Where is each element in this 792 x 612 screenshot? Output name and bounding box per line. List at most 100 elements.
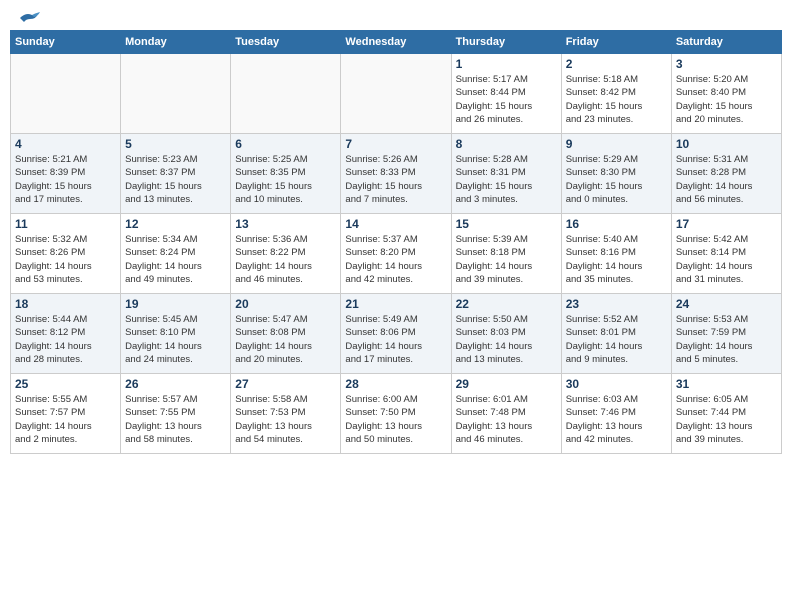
calendar-cell: [231, 54, 341, 134]
calendar-cell: [121, 54, 231, 134]
day-info: Sunrise: 5:44 AMSunset: 8:12 PMDaylight:…: [15, 313, 116, 366]
weekday-header-thursday: Thursday: [451, 31, 561, 54]
day-info: Sunrise: 5:52 AMSunset: 8:01 PMDaylight:…: [566, 313, 667, 366]
weekday-header-wednesday: Wednesday: [341, 31, 451, 54]
calendar-cell: 24 Sunrise: 5:53 AMSunset: 7:59 PMDayligh…: [671, 294, 781, 374]
day-number: 20: [235, 297, 336, 311]
calendar-cell: 6 Sunrise: 5:25 AMSunset: 8:35 PMDaylight…: [231, 134, 341, 214]
day-info: Sunrise: 5:20 AMSunset: 8:40 PMDaylight:…: [676, 73, 777, 126]
day-info: Sunrise: 5:53 AMSunset: 7:59 PMDaylight:…: [676, 313, 777, 366]
calendar-cell: 5Sunrise: 5:23 AMSunset: 8:37 PMDaylight…: [121, 134, 231, 214]
day-number: 14: [345, 217, 446, 231]
calendar-cell: 10 Sunrise: 5:31 AMSunset: 8:28 PMDayligh…: [671, 134, 781, 214]
calendar-week-3: 11 Sunrise: 5:32 AMSunset: 8:26 PMDayligh…: [11, 214, 782, 294]
day-info: Sunrise: 6:01 AMSunset: 7:48 PMDaylight:…: [456, 393, 557, 446]
day-number: 7: [345, 137, 446, 151]
calendar-cell: 18 Sunrise: 5:44 AMSunset: 8:12 PMDayligh…: [11, 294, 121, 374]
day-number: 22: [456, 297, 557, 311]
day-number: 15: [456, 217, 557, 231]
day-number: 26: [125, 377, 226, 391]
day-number: 5: [125, 137, 226, 151]
day-number: 10: [676, 137, 777, 151]
calendar-header-row: SundayMondayTuesdayWednesdayThursdayFrid…: [11, 31, 782, 54]
day-number: 1: [456, 57, 557, 71]
calendar-cell: 28Sunrise: 6:00 AMSunset: 7:50 PMDayligh…: [341, 374, 451, 454]
day-number: 21: [345, 297, 446, 311]
day-number: 13: [235, 217, 336, 231]
day-number: 8: [456, 137, 557, 151]
day-info: Sunrise: 5:34 AMSunset: 8:24 PMDaylight:…: [125, 233, 226, 286]
day-number: 24: [676, 297, 777, 311]
day-number: 9: [566, 137, 667, 151]
page-header: [10, 10, 782, 22]
day-info: Sunrise: 5:50 AMSunset: 8:03 PMDaylight:…: [456, 313, 557, 366]
day-info: Sunrise: 5:31 AMSunset: 8:28 PMDaylight:…: [676, 153, 777, 206]
weekday-header-saturday: Saturday: [671, 31, 781, 54]
calendar-cell: 26 Sunrise: 5:57 AMSunset: 7:55 PMDayligh…: [121, 374, 231, 454]
day-number: 25: [15, 377, 116, 391]
calendar-cell: 29 Sunrise: 6:01 AMSunset: 7:48 PMDayligh…: [451, 374, 561, 454]
calendar-cell: 8 Sunrise: 5:28 AMSunset: 8:31 PMDaylight…: [451, 134, 561, 214]
day-number: 17: [676, 217, 777, 231]
calendar-week-1: 1 Sunrise: 5:17 AMSunset: 8:44 PMDaylight…: [11, 54, 782, 134]
day-info: Sunrise: 5:17 AMSunset: 8:44 PMDaylight:…: [456, 73, 557, 126]
day-number: 27: [235, 377, 336, 391]
calendar-cell: 4 Sunrise: 5:21 AMSunset: 8:39 PMDaylight…: [11, 134, 121, 214]
calendar-cell: 25 Sunrise: 5:55 AMSunset: 7:57 PMDayligh…: [11, 374, 121, 454]
day-number: 12: [125, 217, 226, 231]
day-number: 19: [125, 297, 226, 311]
logo: [14, 10, 40, 22]
calendar-cell: 9 Sunrise: 5:29 AMSunset: 8:30 PMDaylight…: [561, 134, 671, 214]
calendar-week-2: 4 Sunrise: 5:21 AMSunset: 8:39 PMDaylight…: [11, 134, 782, 214]
day-number: 23: [566, 297, 667, 311]
calendar-week-4: 18 Sunrise: 5:44 AMSunset: 8:12 PMDayligh…: [11, 294, 782, 374]
day-number: 16: [566, 217, 667, 231]
day-info: Sunrise: 5:55 AMSunset: 7:57 PMDaylight:…: [15, 393, 116, 446]
calendar-cell: 19 Sunrise: 5:45 AMSunset: 8:10 PMDayligh…: [121, 294, 231, 374]
calendar-cell: 31Sunrise: 6:05 AMSunset: 7:44 PMDayligh…: [671, 374, 781, 454]
calendar-cell: [11, 54, 121, 134]
day-info: Sunrise: 5:36 AMSunset: 8:22 PMDaylight:…: [235, 233, 336, 286]
calendar-cell: 1 Sunrise: 5:17 AMSunset: 8:44 PMDaylight…: [451, 54, 561, 134]
day-info: Sunrise: 5:57 AMSunset: 7:55 PMDaylight:…: [125, 393, 226, 446]
calendar-cell: 17Sunrise: 5:42 AMSunset: 8:14 PMDayligh…: [671, 214, 781, 294]
day-number: 6: [235, 137, 336, 151]
logo-bird-icon: [18, 10, 40, 26]
calendar-cell: 20Sunrise: 5:47 AMSunset: 8:08 PMDayligh…: [231, 294, 341, 374]
day-info: Sunrise: 5:58 AMSunset: 7:53 PMDaylight:…: [235, 393, 336, 446]
day-info: Sunrise: 5:29 AMSunset: 8:30 PMDaylight:…: [566, 153, 667, 206]
day-number: 11: [15, 217, 116, 231]
calendar-cell: 11 Sunrise: 5:32 AMSunset: 8:26 PMDayligh…: [11, 214, 121, 294]
day-number: 30: [566, 377, 667, 391]
day-info: Sunrise: 5:49 AMSunset: 8:06 PMDaylight:…: [345, 313, 446, 366]
day-number: 2: [566, 57, 667, 71]
calendar-cell: 14 Sunrise: 5:37 AMSunset: 8:20 PMDayligh…: [341, 214, 451, 294]
day-info: Sunrise: 5:32 AMSunset: 8:26 PMDaylight:…: [15, 233, 116, 286]
weekday-header-friday: Friday: [561, 31, 671, 54]
day-info: Sunrise: 6:05 AMSunset: 7:44 PMDaylight:…: [676, 393, 777, 446]
day-number: 29: [456, 377, 557, 391]
weekday-header-monday: Monday: [121, 31, 231, 54]
calendar-cell: 2Sunrise: 5:18 AMSunset: 8:42 PMDaylight…: [561, 54, 671, 134]
day-info: Sunrise: 5:26 AMSunset: 8:33 PMDaylight:…: [345, 153, 446, 206]
weekday-header-tuesday: Tuesday: [231, 31, 341, 54]
day-info: Sunrise: 5:21 AMSunset: 8:39 PMDaylight:…: [15, 153, 116, 206]
calendar-cell: [341, 54, 451, 134]
day-info: Sunrise: 6:03 AMSunset: 7:46 PMDaylight:…: [566, 393, 667, 446]
day-number: 18: [15, 297, 116, 311]
day-number: 4: [15, 137, 116, 151]
day-info: Sunrise: 5:40 AMSunset: 8:16 PMDaylight:…: [566, 233, 667, 286]
day-info: Sunrise: 5:25 AMSunset: 8:35 PMDaylight:…: [235, 153, 336, 206]
calendar-cell: 13 Sunrise: 5:36 AMSunset: 8:22 PMDayligh…: [231, 214, 341, 294]
calendar-cell: 30 Sunrise: 6:03 AMSunset: 7:46 PMDayligh…: [561, 374, 671, 454]
calendar-table: SundayMondayTuesdayWednesdayThursdayFrid…: [10, 30, 782, 454]
day-number: 3: [676, 57, 777, 71]
day-info: Sunrise: 5:37 AMSunset: 8:20 PMDaylight:…: [345, 233, 446, 286]
day-info: Sunrise: 5:45 AMSunset: 8:10 PMDaylight:…: [125, 313, 226, 366]
calendar-cell: 15 Sunrise: 5:39 AMSunset: 8:18 PMDayligh…: [451, 214, 561, 294]
day-info: Sunrise: 5:28 AMSunset: 8:31 PMDaylight:…: [456, 153, 557, 206]
calendar-week-5: 25 Sunrise: 5:55 AMSunset: 7:57 PMDayligh…: [11, 374, 782, 454]
calendar-cell: 12 Sunrise: 5:34 AMSunset: 8:24 PMDayligh…: [121, 214, 231, 294]
day-info: Sunrise: 5:39 AMSunset: 8:18 PMDaylight:…: [456, 233, 557, 286]
calendar-cell: 3 Sunrise: 5:20 AMSunset: 8:40 PMDaylight…: [671, 54, 781, 134]
